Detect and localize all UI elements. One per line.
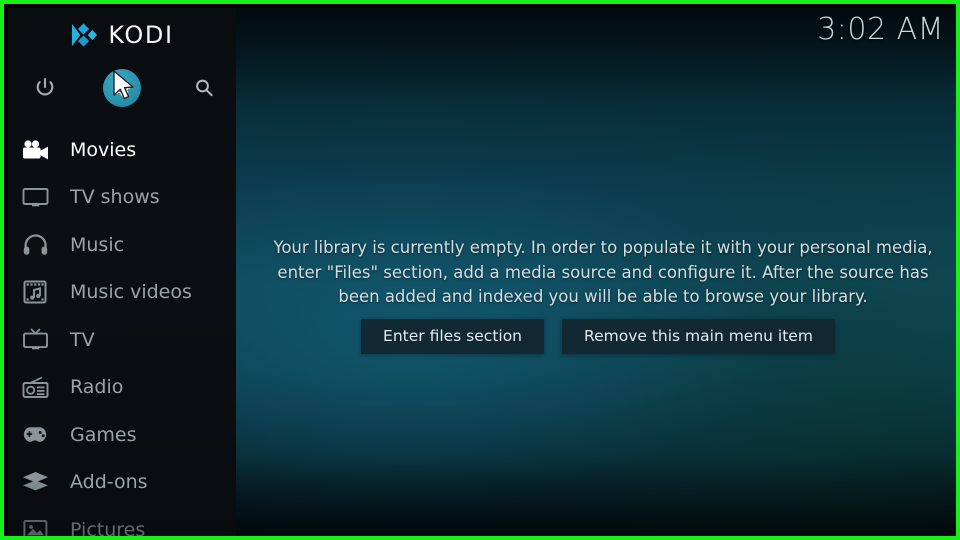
screenshot-frame: Your library is currently empty. In orde… (0, 0, 960, 540)
sidebar-item-pictures[interactable]: Pictures (8, 506, 236, 540)
picture-icon (18, 516, 52, 536)
remove-main-menu-item-button[interactable]: Remove this main menu item (562, 319, 835, 354)
sidebar-item-label: TV (70, 328, 95, 351)
sidebar-item-games[interactable]: Games (8, 411, 236, 459)
sidebar-item-label: Music videos (70, 281, 192, 304)
sidebar-item-radio[interactable]: Radio (8, 364, 236, 412)
kodi-logo-icon (72, 23, 98, 47)
sidebar: KODI Movies TV shows Music Music videos … (8, 8, 236, 540)
sidebar-item-label: TV shows (70, 186, 160, 209)
sidebar-item-music[interactable]: Music (8, 221, 236, 269)
music-video-icon (18, 278, 52, 306)
sidebar-item-label: Music (70, 233, 125, 256)
search-button[interactable] (180, 64, 228, 112)
television-icon (18, 183, 52, 211)
tv-antenna-icon (18, 326, 52, 354)
empty-library-message: Your library is currently empty. In orde… (273, 238, 933, 306)
settings-button[interactable] (98, 64, 146, 112)
sidebar-item-music-videos[interactable]: Music videos (8, 269, 236, 317)
headphones-icon (18, 231, 52, 259)
sidebar-item-label: Pictures (70, 518, 146, 540)
action-button-row: Enter files section Remove this main men… (236, 319, 956, 354)
main-menu: Movies TV shows Music Music videos TV Ra… (8, 126, 236, 540)
sidebar-item-label: Add-ons (70, 471, 148, 494)
search-icon (196, 79, 213, 97)
power-icon (36, 77, 54, 96)
clock: 3:02 AM (817, 12, 944, 47)
app-logo: KODI (8, 18, 236, 52)
sidebar-item-tv[interactable]: TV (8, 316, 236, 364)
gear-icon (113, 79, 131, 96)
sidebar-item-addons[interactable]: Add-ons (8, 459, 236, 507)
addons-box-icon (18, 468, 52, 496)
app-logo-text: KODI (108, 21, 174, 49)
gamepad-icon (18, 421, 52, 449)
main-content: Your library is currently empty. In orde… (236, 8, 956, 536)
sidebar-item-label: Radio (70, 376, 124, 399)
power-button[interactable] (21, 64, 69, 112)
sidebar-top-actions (8, 64, 236, 112)
kodi-window: Your library is currently empty. In orde… (8, 8, 956, 540)
radio-icon (18, 373, 52, 401)
movie-camera-icon (18, 136, 52, 164)
enter-files-section-button[interactable]: Enter files section (361, 319, 545, 354)
sidebar-item-label: Games (70, 423, 137, 446)
sidebar-item-movies[interactable]: Movies (8, 126, 236, 174)
sidebar-item-label: Movies (70, 138, 137, 161)
sidebar-item-tv-shows[interactable]: TV shows (8, 174, 236, 222)
